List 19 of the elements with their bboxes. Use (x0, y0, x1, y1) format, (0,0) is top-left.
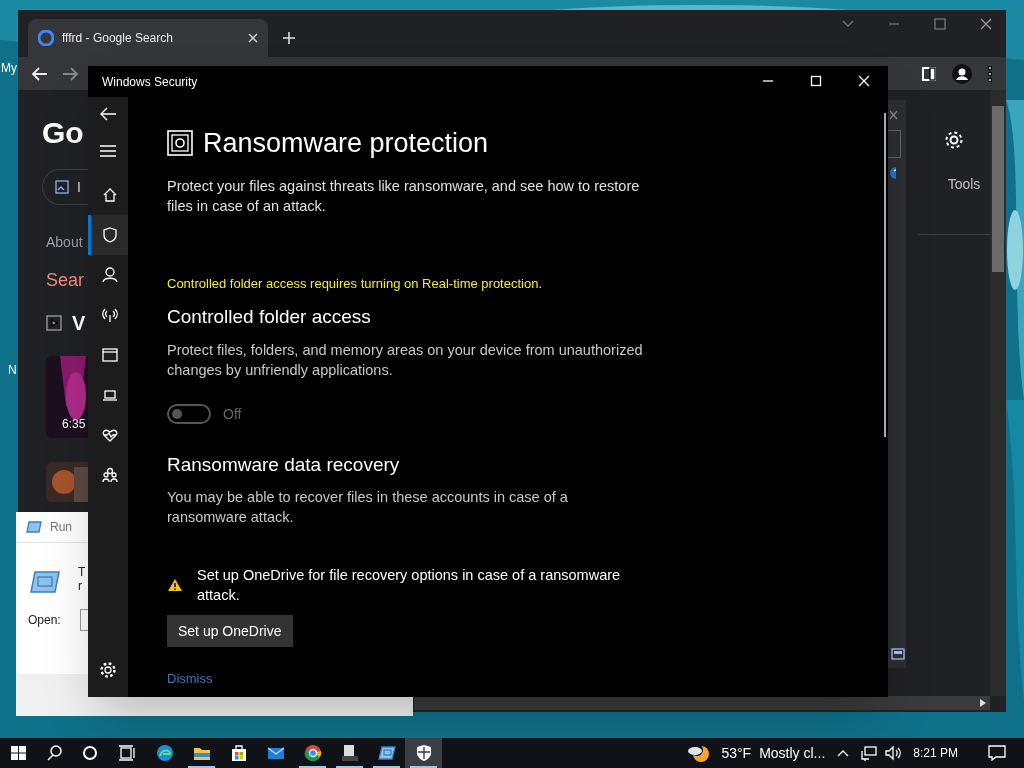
run-icon (377, 744, 396, 762)
taskbar-app[interactable] (405, 738, 442, 768)
network-icon[interactable] (861, 745, 878, 761)
document-icon (340, 744, 359, 762)
volume-icon[interactable] (885, 745, 902, 761)
notification-icon[interactable] (988, 745, 1006, 761)
chrome-icon (303, 744, 322, 762)
shield-icon (414, 744, 433, 762)
edge-icon (155, 744, 174, 762)
task-view-icon (117, 744, 135, 762)
weather-temperature[interactable]: 53°F (721, 742, 752, 764)
cortana-icon (81, 744, 99, 762)
chevron-up-icon[interactable] (837, 749, 850, 757)
start-icon (9, 744, 27, 762)
search-icon (45, 744, 63, 762)
moon-cloud-icon (687, 743, 712, 763)
clock-time[interactable]: 8:21 PM (913, 744, 958, 762)
weather-condition[interactable]: Mostly cl... (759, 742, 826, 764)
shopping-bag-icon (229, 744, 248, 762)
